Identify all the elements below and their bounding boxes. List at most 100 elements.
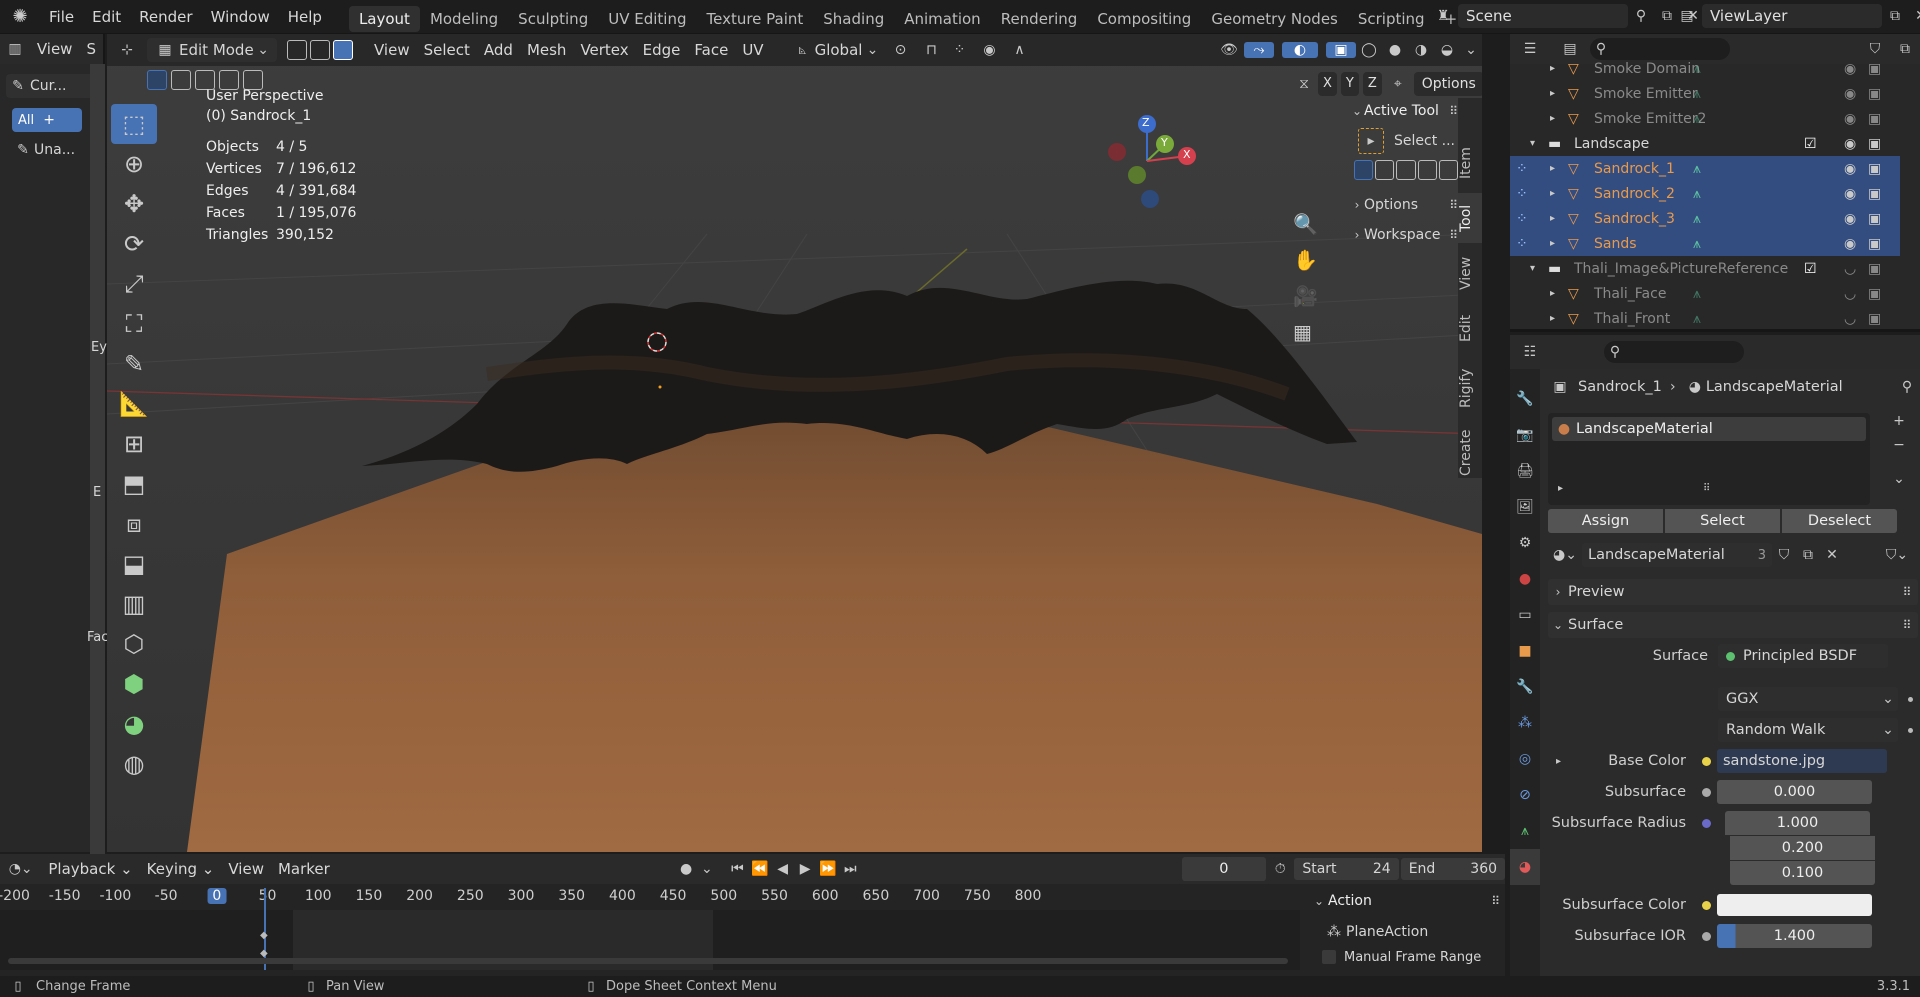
particles-tab-icon[interactable]: ⁂ bbox=[1510, 705, 1540, 741]
cursor-tool[interactable]: ⊕ bbox=[111, 144, 157, 184]
hidden-eye-icon[interactable]: ◡ bbox=[1844, 286, 1856, 302]
select-button[interactable]: Select bbox=[1665, 509, 1780, 533]
knife-tool[interactable]: ⬡ bbox=[111, 624, 157, 664]
world-tab-icon[interactable]: ● bbox=[1510, 561, 1540, 597]
active-tool-select[interactable]: ▸ Select ... bbox=[1358, 124, 1458, 158]
outliner-row[interactable]: ▸ ▽ Thali_Front ⩚ ◡ ▣ bbox=[1510, 306, 1900, 331]
curve-tool-field[interactable]: ✎ Cur... bbox=[6, 74, 97, 98]
outliner-row[interactable]: ▾ ▬ Landscape ☑ ◉ ▣ bbox=[1510, 131, 1900, 156]
disclosure-arrow-icon[interactable]: ▸ bbox=[1550, 113, 1555, 124]
inset-tool[interactable]: ⧈ bbox=[111, 504, 157, 544]
chevron-down-icon[interactable]: ⌄ bbox=[697, 861, 716, 877]
mesh-menu[interactable]: Mesh bbox=[520, 41, 574, 59]
subsurface-radius-x[interactable]: 1.000 bbox=[1725, 811, 1870, 835]
camera-render-icon[interactable]: ▣ bbox=[1868, 286, 1881, 302]
hidden-eye-icon[interactable]: ◡ bbox=[1844, 311, 1856, 327]
select-menu[interactable]: Select bbox=[417, 41, 477, 59]
play-reverse-icon[interactable]: ◀ bbox=[771, 861, 794, 877]
xray-toggle-icon[interactable]: ▣ bbox=[1326, 42, 1356, 58]
jump-end-icon[interactable]: ⏭ bbox=[839, 861, 862, 877]
pin-icon[interactable]: ⚲ bbox=[1896, 379, 1918, 395]
camera-render-icon[interactable]: ▣ bbox=[1868, 236, 1881, 252]
workspace-tab-texture-paint[interactable]: Texture Paint bbox=[696, 6, 813, 32]
move-tool[interactable]: ✥ bbox=[111, 184, 157, 224]
transform-tool[interactable]: ⛶ bbox=[111, 304, 157, 344]
uv-menu[interactable]: UV bbox=[735, 41, 770, 59]
disclosure-arrow-icon[interactable]: ▸ bbox=[1550, 238, 1555, 249]
workspace-tab-animation[interactable]: Animation bbox=[894, 6, 990, 32]
snap-icon[interactable]: ⊓ bbox=[918, 42, 944, 58]
current-frame-field[interactable]: 0 bbox=[1181, 857, 1267, 881]
mesh-data-icon[interactable]: ⩚ bbox=[1693, 186, 1701, 202]
eye-icon[interactable]: ◉ bbox=[1844, 111, 1856, 127]
marker-menu[interactable]: Marker bbox=[271, 860, 337, 878]
grip-icon[interactable]: ⠿ bbox=[1896, 585, 1918, 599]
workspace-tab-shading[interactable]: Shading bbox=[813, 6, 894, 32]
tab-edit[interactable]: Edit bbox=[1458, 303, 1482, 353]
node-tree-icon[interactable]: ⛉⌄ bbox=[1882, 547, 1912, 563]
left-s-menu[interactable]: S bbox=[79, 40, 103, 58]
assign-button[interactable]: Assign bbox=[1548, 509, 1663, 533]
visibility-icon[interactable]: 👁 bbox=[1214, 42, 1244, 58]
record-icon[interactable]: ● bbox=[675, 861, 698, 877]
shading-options-icon[interactable]: ⌄ bbox=[1460, 42, 1482, 58]
overlay-toggle-icon[interactable]: ◐ bbox=[1282, 42, 1318, 58]
outliner-row[interactable]: ▸ ▽ Thali_Face ⩚ ◡ ▣ bbox=[1510, 281, 1900, 306]
left-view-menu[interactable]: View bbox=[30, 40, 80, 58]
new-collection-icon[interactable]: ⧉ bbox=[1890, 41, 1920, 57]
stopwatch-icon[interactable]: ⏱ bbox=[1266, 861, 1294, 877]
object-tab-icon[interactable]: ■ bbox=[1510, 633, 1540, 669]
timeline-scrollbar[interactable] bbox=[8, 958, 1288, 964]
collection-tab-icon[interactable]: ▭ bbox=[1510, 597, 1540, 633]
select-difference-icon[interactable] bbox=[219, 70, 239, 90]
snap-target-icon[interactable]: ⁘ bbox=[944, 42, 974, 58]
outliner-row[interactable]: ▸ ▽ Smoke Emitter2 ⩚ ◉ ▣ bbox=[1510, 106, 1900, 131]
options-dropdown[interactable]: Options bbox=[1413, 72, 1482, 96]
view-layer-tab-icon[interactable]: 🖼 bbox=[1510, 489, 1540, 525]
editor-type-icon[interactable]: ▥ bbox=[0, 41, 30, 57]
timeline-view-menu[interactable]: View bbox=[221, 860, 271, 878]
workspace-tab-geometry-nodes[interactable]: Geometry Nodes bbox=[1201, 6, 1348, 32]
options-section[interactable]: › Options ⠿ bbox=[1350, 192, 1458, 218]
spin-tool[interactable]: ◕ bbox=[111, 704, 157, 744]
eye-icon[interactable]: ◉ bbox=[1844, 211, 1856, 227]
add-menu[interactable]: Add bbox=[477, 41, 520, 59]
subsurface-color-swatch[interactable] bbox=[1717, 894, 1872, 916]
select-extend-icon[interactable] bbox=[171, 70, 191, 90]
mode-extend-icon[interactable] bbox=[1375, 160, 1395, 180]
jump-keyframe-back-icon[interactable]: ⏪ bbox=[749, 861, 772, 877]
timeline-ruler[interactable]: -200 -150 -100 -50 0 50 100 150 200 250 300 350 400 4… bbox=[0, 888, 1300, 910]
mode-dropdown[interactable]: ▦ Edit Mode ⌄ bbox=[147, 38, 277, 62]
grip-icon[interactable]: ⠿ bbox=[1449, 198, 1458, 212]
falloff-icon[interactable]: ∧ bbox=[1004, 42, 1034, 58]
tab-item[interactable]: Item bbox=[1458, 138, 1482, 188]
select-intersect-icon[interactable] bbox=[243, 70, 263, 90]
orientation-dropdown[interactable]: ⦝ Global ⌄ bbox=[791, 41, 883, 59]
extrude-tool[interactable]: ⬒ bbox=[111, 464, 157, 504]
rendered-shading-icon[interactable]: ◒ bbox=[1434, 42, 1460, 58]
subsurface-ior-field[interactable]: 1.400 bbox=[1717, 924, 1872, 948]
navigation-gizmo[interactable]: Z Y X bbox=[1107, 109, 1207, 209]
remove-slot-icon[interactable]: − bbox=[1886, 437, 1912, 461]
timeline-track-area[interactable]: ◆ ◆ bbox=[0, 888, 1300, 970]
scale-tool[interactable]: ⤢ bbox=[111, 264, 157, 304]
mode-intersect-icon[interactable] bbox=[1438, 160, 1459, 180]
scene-selector[interactable]: ♜ Scene ⚲ ⧉ ✕ bbox=[1428, 3, 1706, 29]
smooth-tool[interactable]: ◍ bbox=[111, 744, 157, 784]
menu-file[interactable]: File bbox=[40, 0, 83, 34]
editor-type-icon[interactable]: ◔⌄ bbox=[0, 861, 41, 877]
face-menu[interactable]: Face bbox=[687, 41, 735, 59]
mirror-x-toggle[interactable]: X bbox=[1318, 72, 1337, 96]
collection-checkbox-icon[interactable]: ☑ bbox=[1804, 136, 1817, 152]
rotate-tool[interactable]: ⟳ bbox=[111, 224, 157, 264]
add-cube-tool[interactable]: ⊞ bbox=[111, 424, 157, 464]
eye-icon[interactable]: ◉ bbox=[1844, 186, 1856, 202]
mesh-data-icon[interactable]: ⩚ bbox=[1693, 161, 1701, 177]
mesh-data-icon[interactable]: ⩚ bbox=[1693, 236, 1701, 252]
tab-rigify[interactable]: Rigify bbox=[1458, 358, 1482, 418]
poly-build-tool[interactable]: ⬢ bbox=[111, 664, 157, 704]
action-panel-header[interactable]: ⌄ Action ⠿ bbox=[1310, 888, 1500, 914]
grip-icon[interactable]: ⠿ bbox=[1491, 894, 1500, 908]
outliner-row[interactable]: ⁘ ▸ ▽ Sands ⩚ ◉ ▣ bbox=[1510, 231, 1900, 256]
unlink-icon[interactable]: ✕ bbox=[1820, 547, 1844, 563]
